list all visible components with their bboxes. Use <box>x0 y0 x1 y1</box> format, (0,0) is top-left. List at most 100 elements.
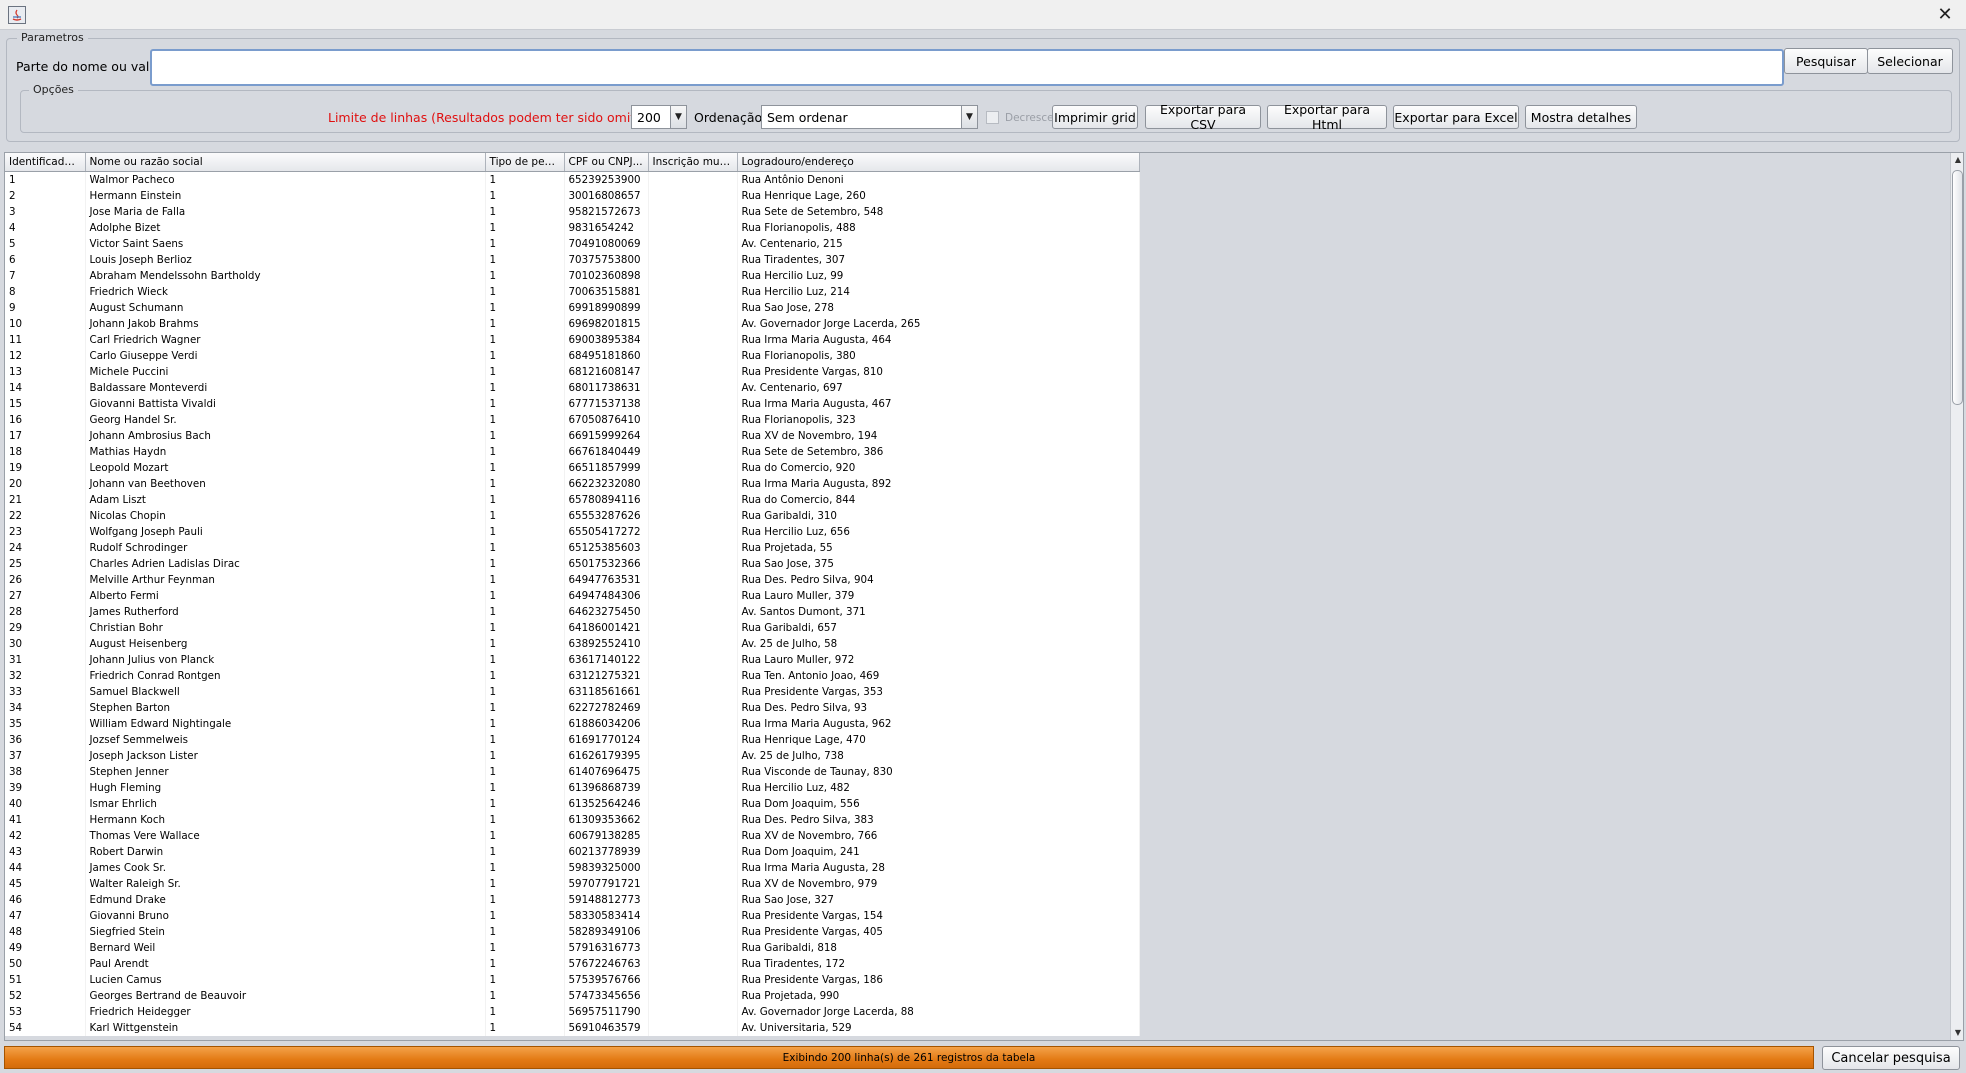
table-row[interactable]: 18 Mathias Haydn 1 66761840449 Rua Sete de S… <box>5 443 1140 460</box>
table-row[interactable]: 4 Adolphe Bizet 1 9831654242 Rua Florianopol… <box>5 219 1140 236</box>
table-row[interactable]: 31 Johann Julius von Planck 1 63617140122 Ru… <box>5 651 1140 668</box>
cell-identificador: 10 <box>5 315 86 332</box>
table-row[interactable]: 34 Stephen Barton 1 62272782469 Rua Des. Ped… <box>5 699 1140 716</box>
cancelar-pesquisa-button[interactable]: Cancelar pesquisa <box>1822 1046 1960 1070</box>
cell-logradouro: Rua Florianopolis, 380 <box>737 347 1140 364</box>
table-row[interactable]: 14 Baldassare Monteverdi 1 68011738631 Av. C… <box>5 379 1140 396</box>
table-row[interactable]: 44 James Cook Sr. 1 59839325000 Rua Irma Mar… <box>5 859 1140 876</box>
table-row[interactable]: 54 Karl Wittgenstein 1 56910463579 Av. Unive… <box>5 1019 1140 1036</box>
table-row[interactable]: 38 Stephen Jenner 1 61407696475 Rua Visconde… <box>5 763 1140 780</box>
table-row[interactable]: 20 Johann van Beethoven 1 66223232080 Rua Ir… <box>5 475 1140 492</box>
table-row[interactable]: 29 Christian Bohr 1 64186001421 Rua Garibald… <box>5 619 1140 636</box>
table-row[interactable]: 53 Friedrich Heidegger 1 56957511790 Av. Gov… <box>5 1003 1140 1020</box>
table-row[interactable]: 33 Samuel Blackwell 1 63118561661 Rua Presid… <box>5 683 1140 700</box>
cell-inscricao <box>648 443 738 460</box>
cell-identificador: 52 <box>5 987 86 1004</box>
table-row[interactable]: 39 Hugh Fleming 1 61396868739 Rua Hercilio L… <box>5 779 1140 796</box>
table-row[interactable]: 1 Walmor Pacheco 1 65239253900 Rua Antônio D… <box>5 171 1140 188</box>
selecionar-button[interactable]: Selecionar <box>1867 48 1953 74</box>
cell-nome: Bernard Weil <box>85 939 486 956</box>
table-row[interactable]: 46 Edmund Drake 1 59148812773 Rua Sao Jose, … <box>5 891 1140 908</box>
cell-inscricao <box>648 731 738 748</box>
table-row[interactable]: 36 Jozsef Semmelweis 1 61691770124 Rua Henri… <box>5 731 1140 748</box>
cell-identificador: 32 <box>5 667 86 684</box>
column-header-nome[interactable]: Nome ou razão social <box>85 153 486 172</box>
cell-cpf-cnpj: 56910463579 <box>564 1019 649 1036</box>
table-row[interactable]: 15 Giovanni Battista Vivaldi 1 67771537138 R… <box>5 395 1140 412</box>
exportar-html-button[interactable]: Exportar para Html <box>1267 102 1387 132</box>
table-row[interactable]: 52 Georges Bertrand de Beauvoir 1 574733456… <box>5 987 1140 1004</box>
table-row[interactable]: 49 Bernard Weil 1 57916316773 Rua Garibaldi,… <box>5 939 1140 956</box>
table-row[interactable]: 30 August Heisenberg 1 63892552410 Av. 25 de… <box>5 635 1140 652</box>
table-row[interactable]: 27 Alberto Fermi 1 64947484306 Rua Lauro Mul… <box>5 587 1140 604</box>
table-row[interactable]: 19 Leopold Mozart 1 66511857999 Rua do Comer… <box>5 459 1140 476</box>
cell-nome: Rudolf Schrodinger <box>85 539 486 556</box>
table-row[interactable]: 6 Louis Joseph Berlioz 1 70375753800 Rua Tir… <box>5 251 1140 268</box>
table-row[interactable]: 37 Joseph Jackson Lister 1 61626179395 Av. 2… <box>5 747 1140 764</box>
pesquisar-button[interactable]: Pesquisar <box>1784 48 1868 74</box>
table-row[interactable]: 11 Carl Friedrich Wagner 1 69003895384 Rua I… <box>5 331 1140 348</box>
table-header-row: Identificador... Nome ou razão social Ti… <box>5 153 1140 172</box>
cell-identificador: 4 <box>5 219 86 236</box>
table-row[interactable]: 51 Lucien Camus 1 57539576766 Rua Presidente… <box>5 971 1140 988</box>
table-row[interactable]: 41 Hermann Koch 1 61309353662 Rua Des. Pedro… <box>5 811 1140 828</box>
table-row[interactable]: 16 Georg Handel Sr. 1 67050876410 Rua Floria… <box>5 411 1140 428</box>
close-icon[interactable]: ✕ <box>1934 4 1956 26</box>
limit-select[interactable]: 200 ▼ <box>631 105 687 129</box>
table-row[interactable]: 22 Nicolas Chopin 1 65553287626 Rua Garibald… <box>5 507 1140 524</box>
table-row[interactable]: 10 Johann Jakob Brahms 1 69698201815 Av. Gov… <box>5 315 1140 332</box>
table-row[interactable]: 13 Michele Puccini 1 68121608147 Rua Preside… <box>5 363 1140 380</box>
opcoes-title: Opções <box>29 83 78 96</box>
table-row[interactable]: 45 Walter Raleigh Sr. 1 59707791721 Rua XV d… <box>5 875 1140 892</box>
cell-identificador: 29 <box>5 619 86 636</box>
ordenacao-select[interactable]: Sem ordenar ▼ <box>761 105 978 129</box>
table-row[interactable]: 26 Melville Arthur Feynman 1 64947763531 Rua… <box>5 571 1140 588</box>
table-row[interactable]: 47 Giovanni Bruno 1 58330583414 Rua Presiden… <box>5 907 1140 924</box>
table-row[interactable]: 43 Robert Darwin 1 60213778939 Rua Dom Joaqu… <box>5 843 1140 860</box>
column-header-cpf-cnpj[interactable]: CPF ou CNPJ... <box>564 153 649 172</box>
table-row[interactable]: 42 Thomas Vere Wallace 1 60679138285 Rua XV … <box>5 827 1140 844</box>
exportar-excel-button[interactable]: Exportar para Excel <box>1393 105 1519 129</box>
table-row[interactable]: 3 Jose Maria de Falla 1 95821572673 Rua Sete… <box>5 203 1140 220</box>
search-input[interactable] <box>150 49 1784 86</box>
scroll-up-icon[interactable]: ▲ <box>1951 153 1963 167</box>
table-row[interactable]: 25 Charles Adrien Ladislas Dirac 1 65017532… <box>5 555 1140 572</box>
cell-tipo-pessoa: 1 <box>485 219 565 236</box>
table-row[interactable]: 9 August Schumann 1 69918990899 Rua Sao Jose… <box>5 299 1140 316</box>
imprimir-grid-button[interactable]: Imprimir grid <box>1052 105 1138 129</box>
table-row[interactable]: 12 Carlo Giuseppe Verdi 1 68495181860 Rua Fl… <box>5 347 1140 364</box>
cell-identificador: 54 <box>5 1019 86 1036</box>
column-header-logradouro[interactable]: Logradouro/endereço <box>737 153 1140 172</box>
decrescente-checkbox[interactable] <box>986 111 999 124</box>
column-header-inscricao[interactable]: Inscrição muni... <box>648 153 738 172</box>
table-row[interactable]: 24 Rudolf Schrodinger 1 65125385603 Rua Proj… <box>5 539 1140 556</box>
table-row[interactable]: 32 Friedrich Conrad Rontgen 1 63121275321 Ru… <box>5 667 1140 684</box>
cell-inscricao <box>648 363 738 380</box>
table-row[interactable]: 23 Wolfgang Joseph Pauli 1 65505417272 Rua H… <box>5 523 1140 540</box>
table-row[interactable]: 2 Hermann Einstein 1 30016808657 Rua Henriqu… <box>5 187 1140 204</box>
scrollbar-thumb[interactable] <box>1952 170 1963 405</box>
column-header-tipo-pessoa[interactable]: Tipo de pess... <box>485 153 565 172</box>
table-row[interactable]: 40 Ismar Ehrlich 1 61352564246 Rua Dom Joaqu… <box>5 795 1140 812</box>
cell-cpf-cnpj: 58330583414 <box>564 907 649 924</box>
scroll-down-icon[interactable]: ▼ <box>1951 1026 1963 1040</box>
table-row[interactable]: 21 Adam Liszt 1 65780894116 Rua do Comercio,… <box>5 491 1140 508</box>
table-row[interactable]: 35 William Edward Nightingale 1 61886034206… <box>5 715 1140 732</box>
cell-identificador: 27 <box>5 587 86 604</box>
mostra-detalhes-button[interactable]: Mostra detalhes <box>1525 105 1637 129</box>
vertical-scrollbar[interactable]: ▲ ▼ <box>1950 153 1963 1040</box>
exportar-csv-button[interactable]: Exportar para CSV <box>1145 102 1261 132</box>
chevron-down-icon[interactable]: ▼ <box>670 106 686 128</box>
table-row[interactable]: 50 Paul Arendt 1 57672246763 Rua Tiradentes,… <box>5 955 1140 972</box>
cell-identificador: 30 <box>5 635 86 652</box>
chevron-down-icon[interactable]: ▼ <box>961 106 977 128</box>
table-row[interactable]: 17 Johann Ambrosius Bach 1 66915999264 Rua X… <box>5 427 1140 444</box>
table-row[interactable]: 5 Victor Saint Saens 1 70491080069 Av. Cente… <box>5 235 1140 252</box>
column-header-identificador[interactable]: Identificador... <box>5 153 86 172</box>
cell-logradouro: Rua Des. Pedro Silva, 904 <box>737 571 1140 588</box>
table-row[interactable]: 28 James Rutherford 1 64623275450 Av. Santos… <box>5 603 1140 620</box>
table-row[interactable]: 8 Friedrich Wieck 1 70063515881 Rua Hercilio… <box>5 283 1140 300</box>
table-row[interactable]: 7 Abraham Mendelssohn Bartholdy 1 701023608… <box>5 267 1140 284</box>
cell-nome: August Schumann <box>85 299 486 316</box>
table-row[interactable]: 48 Siegfried Stein 1 58289349106 Rua Preside… <box>5 923 1140 940</box>
